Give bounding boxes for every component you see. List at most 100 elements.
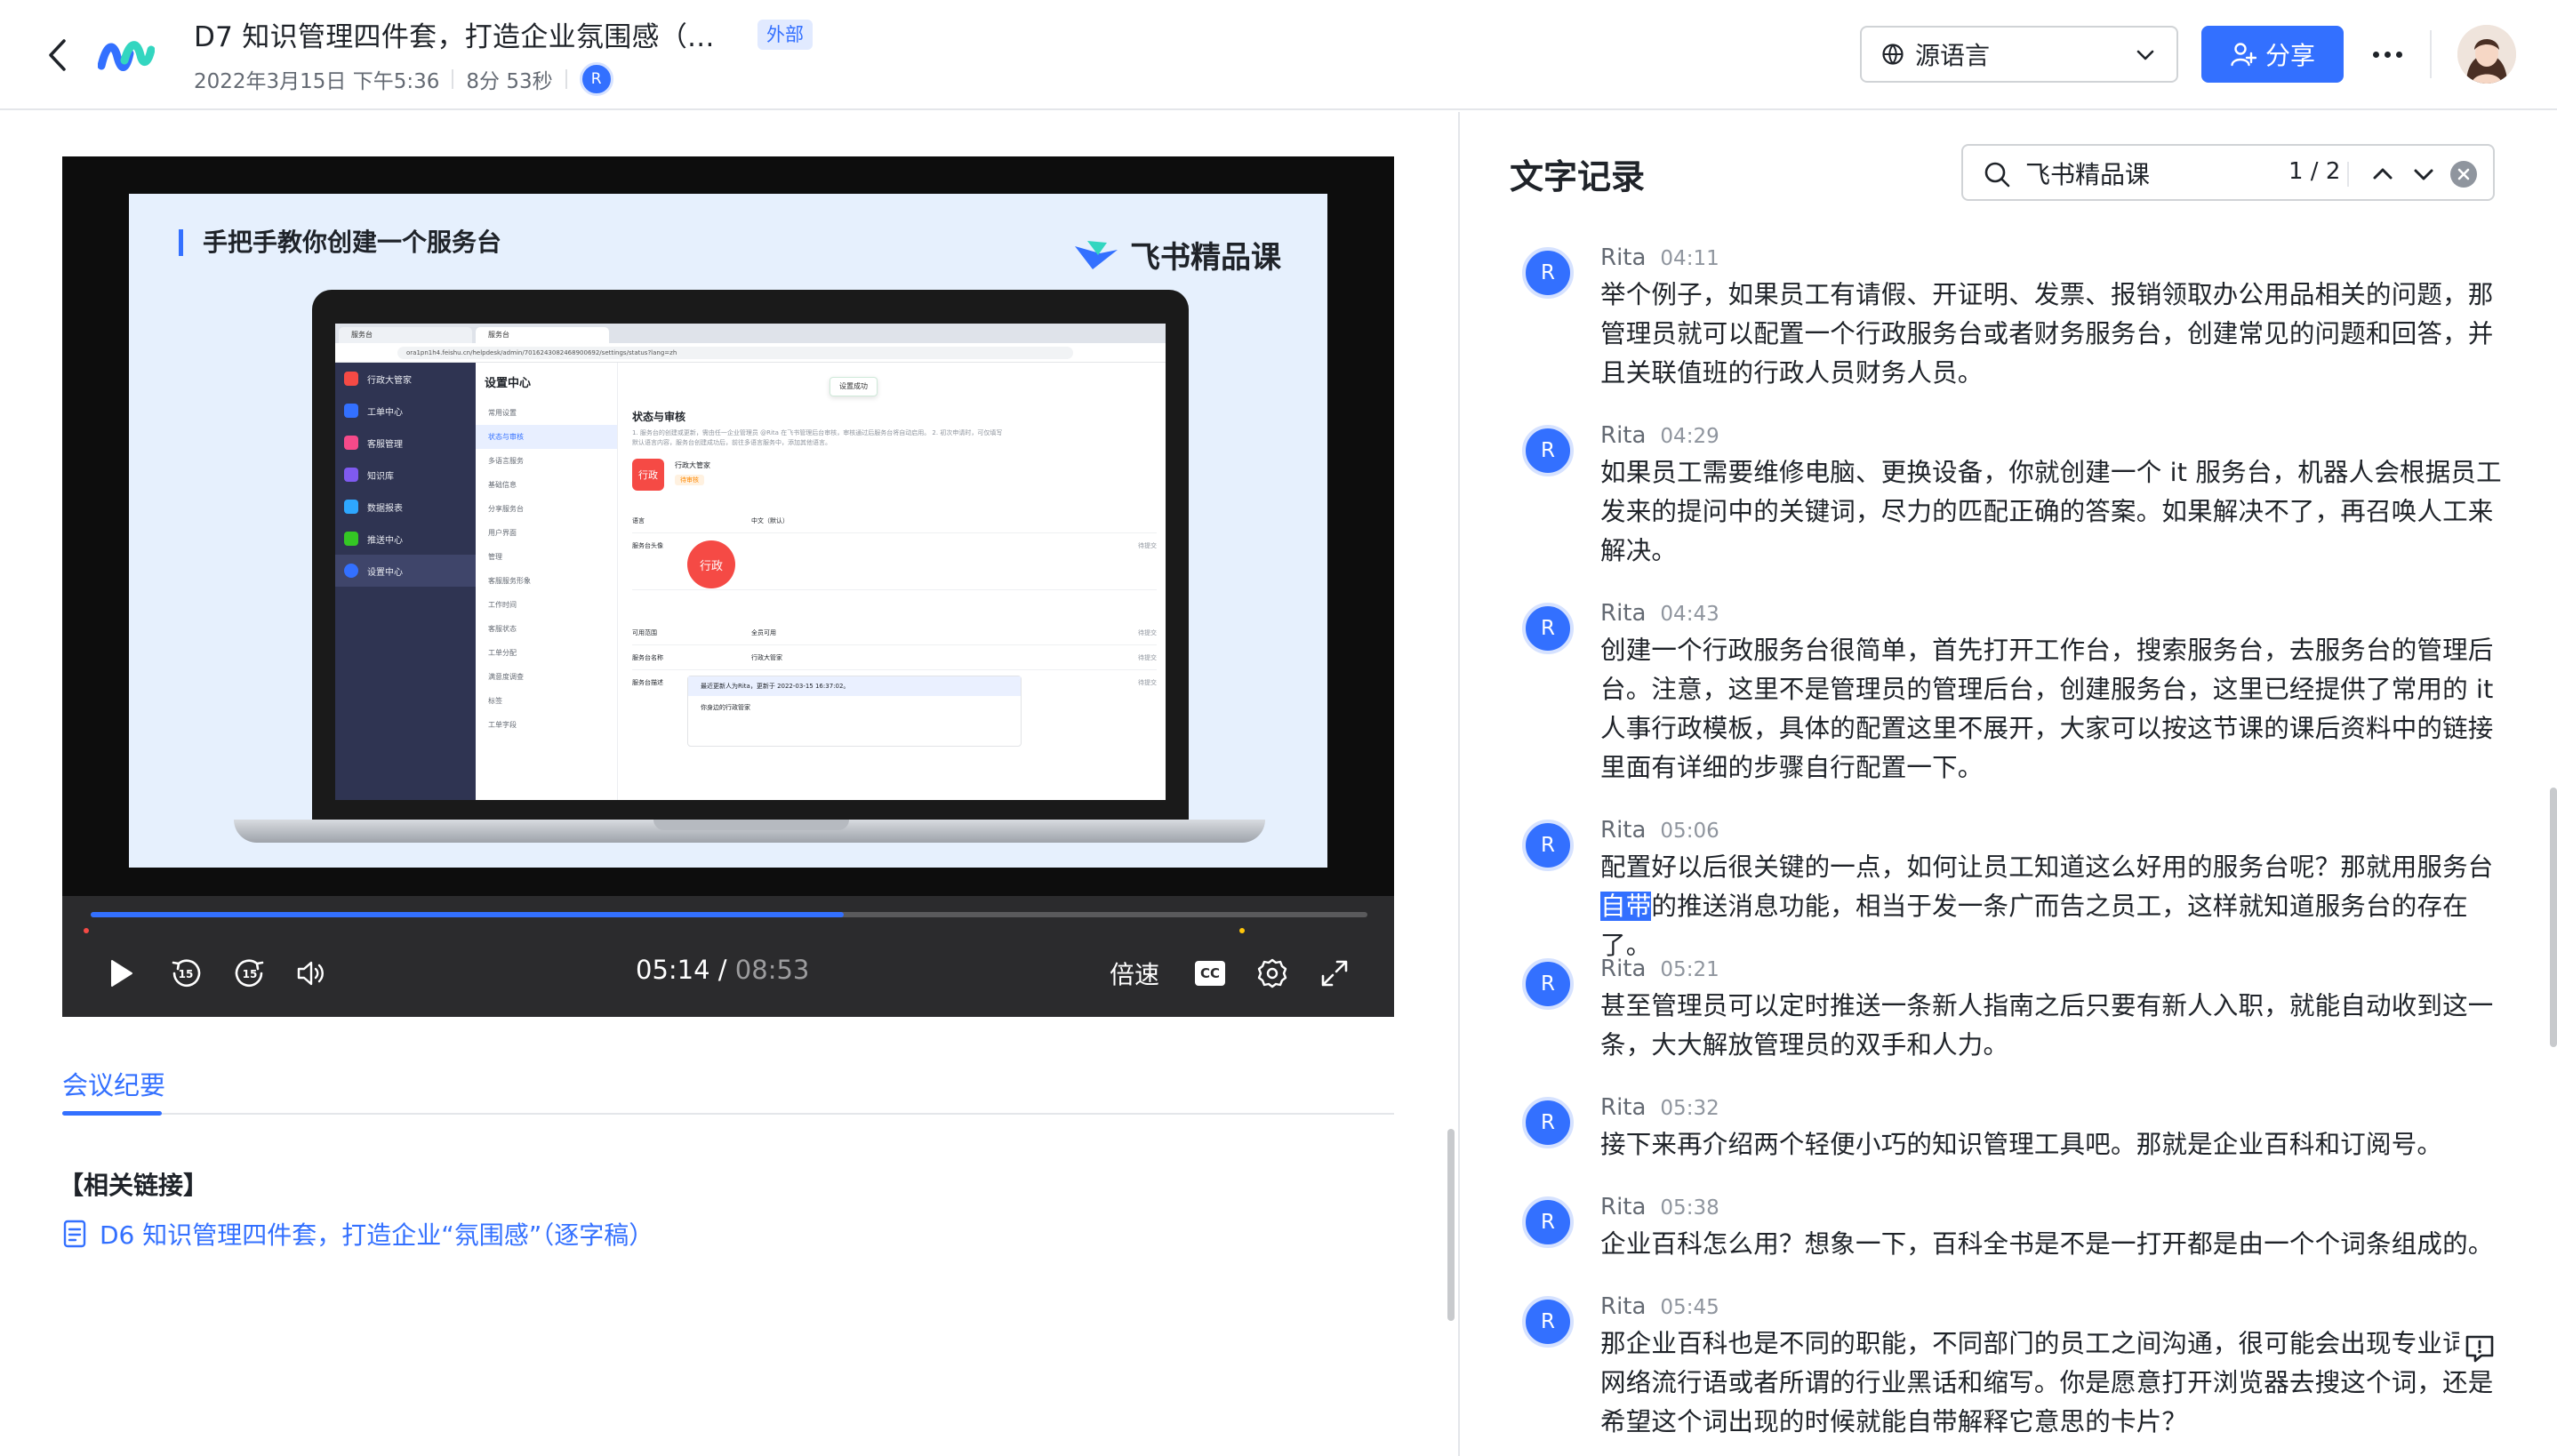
browser-url-bar: ora1pn1h4.feishu.cn/helpdesk/admin/70162… (335, 343, 1166, 363)
speaker-name[interactable]: Rita (1600, 956, 1646, 982)
rewind-15-button[interactable]: 15 (164, 951, 208, 996)
entry-text[interactable]: 接下来再介绍两个轻便小巧的知识管理工具吧。那就是企业百科和订阅号。 (1600, 1125, 2509, 1164)
speaker-avatar[interactable]: R (1522, 1196, 1574, 1248)
transcript-panel: 文字记录 1 / 2 R Rita 04:11 举个例子，如果员工有请假、开证明、… (1460, 112, 2557, 1456)
entry-timestamp[interactable]: 05:06 (1660, 820, 1719, 843)
entry-text[interactable]: 那企业百科也是不同的职能，不同部门的员工之间沟通，很可能会出现专业词汇网络流行语… (1600, 1324, 2509, 1442)
entry-text[interactable]: 企业百科怎么用？想象一下，百科全书是不是一打开都是由一个个词条组成的。 (1600, 1225, 2509, 1264)
external-badge: 外部 (757, 20, 813, 50)
tab-meeting-minutes[interactable]: 会议纪要 (62, 1065, 165, 1102)
transcript-entry[interactable]: R Rita 04:11 举个例子，如果员工有请假、开证明、发票、报销领取办公用品… (1522, 240, 2509, 418)
volume-button[interactable] (290, 951, 334, 996)
entry-text[interactable]: 配置好以后很关键的一点，如何让员工知道这么好用的服务台呢？那就用服务台自带的推送… (1600, 848, 2509, 965)
play-button[interactable] (100, 951, 144, 996)
speaker-name[interactable]: Rita (1600, 817, 1646, 844)
speaker-name[interactable]: Rita (1600, 422, 1646, 449)
speaker-name[interactable]: Rita (1600, 1094, 1646, 1121)
play-icon (111, 960, 132, 987)
entry-timestamp[interactable]: 05:38 (1660, 1196, 1719, 1220)
entry-timestamp[interactable]: 04:11 (1660, 247, 1719, 270)
speaker-name[interactable]: Rita (1600, 244, 1646, 271)
clear-search-button[interactable] (2450, 161, 2477, 188)
screen-sidebar-item: 知识库 (335, 459, 476, 491)
screen-settings-content: 设置成功 状态与审核 1. 服务台的创建或更新，需由任一企业管理员 @Rita … (618, 363, 1166, 800)
feedback-button[interactable] (2459, 1328, 2500, 1369)
laptop-notch (653, 820, 849, 830)
transcript-scrollbar[interactable] (2550, 788, 2557, 1047)
globe-icon (1882, 44, 1904, 65)
playback-time: 05:14 / 08:53 (636, 955, 809, 985)
entry-timestamp[interactable]: 05:45 (1660, 1296, 1719, 1319)
speaker-avatar[interactable]: R (1522, 958, 1574, 1010)
entry-text[interactable]: 举个例子，如果员工有请假、开证明、发票、报销领取办公用品相关的问题，那管理员就可… (1600, 276, 2509, 393)
video-controls: 15 15 05:14 / 08:53 倍速 CC (62, 896, 1394, 1017)
captions-button[interactable]: CC (1188, 951, 1232, 996)
share-button[interactable]: 分享 (2201, 26, 2344, 83)
previous-result-button[interactable] (2365, 156, 2401, 192)
screen-desc-box: 最近更新人为Rita，更新于 2022-03-15 16:37:02。 你身边的… (687, 676, 1022, 747)
speaker-avatar[interactable]: R (1522, 1097, 1574, 1148)
chevron-down-icon (2136, 50, 2154, 60)
screen-form-row: 服务台名称 行政大管家 待提交 (632, 645, 1157, 670)
meeting-meta: 2022年3月15日 下午5:36 8分 53秒 R (194, 62, 613, 96)
transcript-entry[interactable]: R Rita 04:43 创建一个行政服务台很简单，首先打开工作台，搜索服务台，去… (1522, 596, 2509, 812)
summary-tabs: 会议纪要 (62, 1054, 1394, 1116)
playback-speed-label: 倍速 (1109, 960, 1159, 989)
transcript-entry[interactable]: R Rita 05:32 接下来再介绍两个轻便小巧的知识管理工具吧。那就是企业百科… (1522, 1090, 2509, 1189)
forward-15-button[interactable]: 15 (228, 951, 272, 996)
transcript-title: 文字记录 (1510, 157, 1646, 196)
screen-app-name: 行政大管家 (675, 461, 710, 469)
entry-text[interactable]: 创建一个行政服务台很简单，首先打开工作台，搜索服务台，去服务台的管理后台。注意，… (1600, 631, 2509, 788)
entry-timestamp[interactable]: 04:29 (1660, 425, 1719, 448)
progress-marker[interactable] (1239, 928, 1245, 933)
screen-nav-item: 用户界面 (488, 529, 517, 537)
speaker-avatar[interactable]: R (1522, 247, 1574, 299)
speaker-avatar[interactable]: R (1522, 820, 1574, 871)
video-player[interactable]: 手把手教你创建一个服务台 飞书精品课 服务台 服务台 ora1pn1h4.fei… (62, 156, 1394, 1017)
video-frame: 手把手教你创建一个服务台 飞书精品课 服务台 服务台 ora1pn1h4.fei… (129, 194, 1327, 868)
entry-timestamp[interactable]: 04:43 (1660, 603, 1719, 626)
back-button[interactable] (39, 34, 75, 76)
transcript-entry[interactable]: R Rita 05:21 甚至管理员可以定时推送一条新人指南之后只要有新人入职，就… (1522, 951, 2509, 1090)
progress-bar[interactable] (91, 912, 1367, 917)
svg-text:15: 15 (179, 968, 194, 980)
entry-timestamp[interactable]: 05:32 (1660, 1097, 1719, 1120)
entry-timestamp[interactable]: 05:21 (1660, 958, 1719, 981)
fullscreen-button[interactable] (1312, 951, 1357, 996)
meta-divider (452, 69, 454, 89)
progress-marker[interactable] (84, 928, 89, 933)
related-doc-link[interactable]: D6 知识管理四件套，打造企业“氛围感”（逐字稿） (62, 1216, 653, 1252)
transcript-entry[interactable]: R Rita 05:06 配置好以后很关键的一点，如何让员工知道这么好用的服务台呢… (1522, 812, 2509, 960)
browser-tab: 服务台 (339, 327, 472, 343)
language-select[interactable]: 源语言 (1860, 26, 2178, 83)
app-logo-icon (97, 30, 156, 80)
screen-avatar-preview: 行政 (687, 540, 735, 588)
speaker-name[interactable]: Rita (1600, 600, 1646, 627)
speaker-avatar[interactable]: R (1522, 603, 1574, 654)
transcript-entry[interactable]: R Rita 05:45 那企业百科也是不同的职能，不同部门的员工之间沟通，很可能… (1522, 1289, 2509, 1456)
laptop-screen: 服务台 服务台 ora1pn1h4.feishu.cn/helpdesk/adm… (335, 324, 1166, 800)
playback-speed-button[interactable]: 倍速 (1101, 951, 1168, 996)
screen-sidebar-item: 数据报表 (335, 491, 476, 523)
speaker-name[interactable]: Rita (1600, 1293, 1646, 1320)
next-result-button[interactable] (2406, 156, 2441, 192)
search-input[interactable] (2025, 155, 2256, 192)
participant-avatar[interactable]: R (579, 62, 613, 96)
entry-text[interactable]: 甚至管理员可以定时推送一条新人指南之后只要有新人入职，就能自动收到这一条，大大解… (1600, 987, 2509, 1065)
entry-text[interactable]: 如果员工需要维修电脑、更换设备，你就创建一个 it 服务台，机器人会根据员工发来… (1600, 453, 2509, 571)
left-scrollbar[interactable] (1447, 1129, 1455, 1321)
screen-nav-item: 工单字段 (488, 721, 517, 729)
screen-nav-item: 多语言服务 (488, 457, 524, 465)
transcript-entry[interactable]: R Rita 04:29 如果员工需要维修电脑、更换设备，你就创建一个 it 服务… (1522, 418, 2509, 596)
screen-section-title: 状态与审核 (632, 411, 686, 423)
user-avatar[interactable] (2457, 25, 2516, 84)
settings-button[interactable] (1250, 951, 1295, 996)
speaker-avatar[interactable]: R (1522, 1296, 1574, 1348)
transcript-list: R Rita 04:11 举个例子，如果员工有请假、开证明、发票、报销领取办公用品… (1522, 240, 2509, 1456)
speaker-name[interactable]: Rita (1600, 1194, 1646, 1220)
transcript-entry[interactable]: R Rita 05:38 企业百科怎么用？想象一下，百科全书是不是一打开都是由一个… (1522, 1189, 2509, 1289)
speaker-avatar[interactable]: R (1522, 425, 1574, 476)
screen-toast: 设置成功 (830, 377, 878, 396)
screen-nav-item: 满意度调查 (488, 673, 524, 681)
more-icon[interactable] (2365, 32, 2409, 76)
